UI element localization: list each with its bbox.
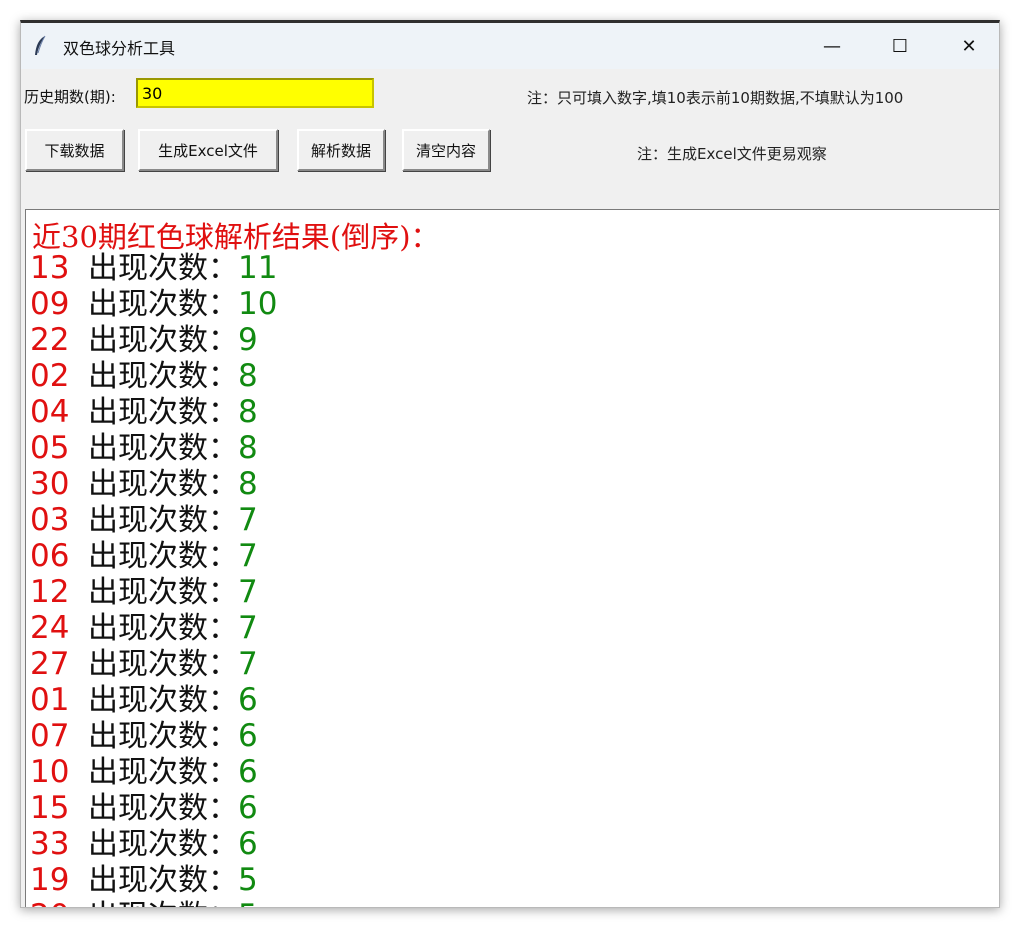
clear-content-button[interactable]: 清空内容 [402, 129, 490, 171]
result-row: 33 出现次数：6 [30, 826, 277, 862]
maximize-button[interactable]: ☐ [869, 23, 931, 69]
ball-number: 03 [30, 502, 70, 538]
count-value: 7 [238, 574, 258, 610]
count-label: 出现次数： [88, 755, 238, 790]
ball-number: 13 [30, 250, 70, 286]
ball-number: 15 [30, 790, 70, 826]
count-label: 出现次数： [88, 611, 238, 646]
ball-number: 33 [30, 826, 70, 862]
input-note: 注：只可填入数字,填10表示前10期数据,不填默认为100 [527, 89, 904, 107]
results-text-area[interactable]: 近30期红色球解析结果(倒序)： 13 出现次数：11 09 出现次数：10 22 出现次… [25, 209, 999, 907]
period-input[interactable] [136, 78, 374, 108]
result-row: 10 出现次数：6 [30, 754, 277, 790]
result-row: 01 出现次数：6 [30, 682, 277, 718]
results-list: 13 出现次数：11 09 出现次数：10 22 出现次数：9 02 出现次数：8 04 出现次数… [30, 250, 277, 907]
count-value: 6 [238, 790, 258, 826]
app-window: 双色球分析工具 — ☐ ✕ 历史期数(期): 注：只可填入数字,填10表示前10… [20, 20, 1000, 908]
count-label: 出现次数： [88, 431, 238, 466]
result-row: 15 出现次数：6 [30, 790, 277, 826]
ball-number: 05 [30, 430, 70, 466]
result-row: 02 出现次数：8 [30, 358, 277, 394]
count-label: 出现次数： [88, 323, 238, 358]
ball-number: 27 [30, 646, 70, 682]
count-value: 10 [238, 286, 278, 322]
count-value: 6 [238, 826, 258, 862]
result-row: 05 出现次数：8 [30, 430, 277, 466]
count-value: 7 [238, 502, 258, 538]
count-label: 出现次数： [88, 467, 238, 502]
count-label: 出现次数： [88, 287, 238, 322]
result-row: 13 出现次数：11 [30, 250, 277, 286]
count-label: 出现次数： [88, 539, 238, 574]
result-row: 19 出现次数：5 [30, 862, 277, 898]
window-title: 双色球分析工具 [63, 39, 176, 58]
count-value: 6 [238, 754, 258, 790]
close-button[interactable]: ✕ [938, 23, 999, 69]
ball-number: 30 [30, 466, 70, 502]
count-label: 出现次数： [88, 719, 238, 754]
ball-number: 24 [30, 610, 70, 646]
result-row: 09 出现次数：10 [30, 286, 277, 322]
count-value: 8 [238, 466, 258, 502]
count-label: 出现次数： [88, 827, 238, 862]
count-value: 11 [238, 250, 278, 286]
count-value: 9 [238, 322, 258, 358]
result-row: 04 出现次数：8 [30, 394, 277, 430]
excel-note: 注：生成Excel文件更易观察 [637, 145, 827, 163]
ball-number: 20 [30, 898, 88, 907]
ball-number: 06 [30, 538, 70, 574]
count-value: 7 [238, 610, 258, 646]
feather-icon [35, 35, 46, 55]
result-row: 22 出现次数：9 [30, 322, 277, 358]
ball-number: 09 [30, 286, 70, 322]
ball-number: 04 [30, 394, 70, 430]
count-label: 出现次数： [88, 647, 238, 682]
ball-number: 22 [30, 322, 70, 358]
count-label: 出现次数： [88, 863, 238, 898]
count-value: 8 [238, 394, 258, 430]
count-value: 7 [238, 646, 258, 682]
minimize-icon: — [823, 35, 841, 57]
ball-number: 02 [30, 358, 70, 394]
ball-number: 07 [30, 718, 70, 754]
result-row: 12 出现次数：7 [30, 574, 277, 610]
count-label: 出现次数： [88, 503, 238, 538]
result-row: 07 出现次数：6 [30, 718, 277, 754]
ball-number: 12 [30, 574, 70, 610]
minimize-button[interactable]: — [801, 23, 863, 69]
count-value: 5 [238, 862, 258, 898]
maximize-icon: ☐ [891, 35, 909, 57]
ball-number: 01 [30, 682, 70, 718]
count-value: 8 [238, 430, 258, 466]
result-row: 03 出现次数：7 [30, 502, 277, 538]
result-row: 30 出现次数：8 [30, 466, 277, 502]
count-label: 出现次数： [88, 395, 238, 430]
result-row: 06 出现次数：7 [30, 538, 277, 574]
result-row: 24 出现次数：7 [30, 610, 277, 646]
ball-number: 19 [30, 862, 70, 898]
ball-number: 10 [30, 754, 70, 790]
parse-data-button[interactable]: 解析数据 [297, 129, 385, 171]
count-label: 出现次数： [88, 791, 238, 826]
generate-excel-button[interactable]: 生成Excel文件 [138, 129, 278, 171]
download-data-button[interactable]: 下载数据 [25, 129, 124, 171]
close-icon: ✕ [961, 35, 977, 57]
count-label: 出现次数： [88, 575, 238, 610]
count-label: 出现次数： [88, 251, 238, 286]
count-label: 出现次数： [88, 359, 238, 394]
period-label: 历史期数(期): [24, 88, 116, 106]
count-value: 7 [238, 538, 258, 574]
count-value: 8 [238, 358, 258, 394]
result-row: 20出现次数：5 [30, 898, 277, 907]
result-row: 27 出现次数：7 [30, 646, 277, 682]
count-value: 6 [238, 682, 258, 718]
count-value: 5 [238, 898, 258, 907]
count-label: 出现次数： [88, 683, 238, 718]
title-bar[interactable]: 双色球分析工具 — ☐ ✕ [21, 23, 999, 69]
count-value: 6 [238, 718, 258, 754]
count-label: 出现次数： [88, 899, 238, 907]
